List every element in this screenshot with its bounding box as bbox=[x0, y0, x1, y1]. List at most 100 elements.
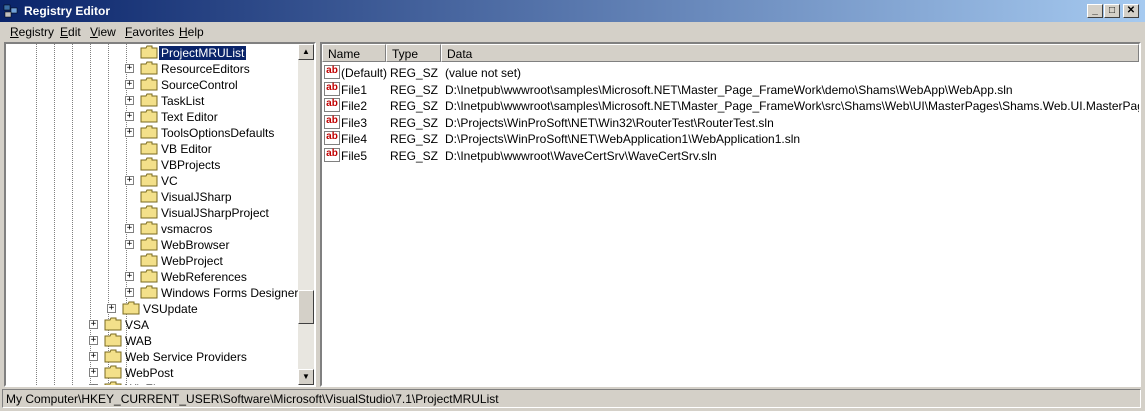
tree-item[interactable]: VisualJSharp bbox=[6, 189, 302, 205]
tree-item[interactable]: VisualJSharpProject bbox=[6, 205, 302, 221]
tree-item-label: vsmacros bbox=[161, 222, 213, 236]
tree-item[interactable]: + vsmacros bbox=[6, 221, 302, 237]
scroll-up-arrow-icon[interactable]: ▲ bbox=[298, 44, 314, 60]
tree-item[interactable]: + Windows Forms Designer bbox=[6, 285, 302, 301]
tree-item-label: TaskList bbox=[161, 94, 205, 108]
tree-item-label: VBProjects bbox=[161, 158, 221, 172]
string-value-icon: ab bbox=[324, 147, 340, 162]
value-type: REG_SZ bbox=[390, 82, 439, 97]
menu-help[interactable]: Help bbox=[179, 25, 204, 39]
tree-item[interactable]: + VSA bbox=[6, 317, 302, 333]
menu-registry[interactable]: Registry bbox=[10, 25, 54, 39]
title-bar[interactable]: Registry Editor _ □ ✕ bbox=[0, 0, 1145, 22]
tree-item-label: Windows Forms Designer bbox=[161, 286, 299, 300]
expand-plus-icon[interactable]: + bbox=[89, 320, 98, 329]
tree-item[interactable]: + VC bbox=[6, 173, 302, 189]
column-header-type[interactable]: Type bbox=[386, 44, 441, 62]
folder-icon bbox=[140, 237, 158, 251]
tree-item-label: WebPost bbox=[125, 366, 174, 380]
value-type: REG_SZ bbox=[390, 115, 439, 130]
tree-item[interactable]: + Web Service Providers bbox=[6, 349, 302, 365]
tree-item[interactable]: + VSUpdate bbox=[6, 301, 302, 317]
tree-item-label: VisualJSharpProject bbox=[161, 206, 269, 220]
tree-item[interactable]: + WebReferences bbox=[6, 269, 302, 285]
menu-favorites[interactable]: Favorites bbox=[125, 25, 174, 39]
tree-item[interactable]: + SourceControl bbox=[6, 77, 302, 93]
values-list[interactable]: Name Type Data ab (Default) REG_SZ (value n… bbox=[320, 42, 1141, 387]
string-value-icon: ab bbox=[324, 81, 340, 96]
folder-icon bbox=[140, 189, 158, 203]
scroll-thumb[interactable] bbox=[298, 290, 314, 324]
expand-plus-icon[interactable]: + bbox=[125, 128, 134, 137]
tree-item-label: WAB bbox=[125, 334, 152, 348]
value-row[interactable]: ab File3 REG_SZ D:\Projects\WinProSoft\NET\… bbox=[322, 114, 1139, 131]
string-value-icon: ab bbox=[324, 114, 340, 129]
folder-icon bbox=[122, 301, 140, 315]
value-row[interactable]: ab File1 REG_SZ D:\Inetpub\wwwroot\samples\… bbox=[322, 81, 1139, 98]
folder-icon bbox=[140, 141, 158, 155]
expand-plus-icon[interactable]: + bbox=[125, 176, 134, 185]
tree-item[interactable]: + WebBrowser bbox=[6, 237, 302, 253]
expand-plus-icon[interactable]: + bbox=[125, 80, 134, 89]
column-header-name[interactable]: Name bbox=[322, 44, 386, 62]
tree-item-label: ResourceEditors bbox=[161, 62, 250, 76]
value-row[interactable]: ab (Default) REG_SZ (value not set) bbox=[322, 65, 1139, 81]
scroll-down-arrow-icon[interactable]: ▼ bbox=[298, 369, 314, 385]
expand-plus-icon[interactable]: + bbox=[89, 384, 98, 385]
expand-plus-icon[interactable]: + bbox=[125, 240, 134, 249]
expand-plus-icon[interactable]: + bbox=[107, 304, 116, 313]
value-name: File2 bbox=[341, 99, 368, 113]
column-header-data[interactable]: Data bbox=[441, 44, 1139, 62]
tree-item[interactable]: + WAB bbox=[6, 333, 302, 349]
folder-icon bbox=[140, 173, 158, 187]
folder-icon bbox=[140, 93, 158, 107]
value-name: File1 bbox=[341, 82, 368, 97]
value-name: File3 bbox=[341, 115, 368, 130]
expand-plus-icon[interactable]: + bbox=[125, 112, 134, 121]
tree-item[interactable]: + ToolsOptionsDefaults bbox=[6, 125, 302, 141]
folder-icon bbox=[140, 61, 158, 75]
value-name: File4 bbox=[341, 132, 368, 146]
string-value-icon: ab bbox=[324, 131, 340, 145]
menu-bar: Registry Edit View Favorites Help bbox=[0, 22, 1145, 42]
menu-edit[interactable]: Edit bbox=[60, 25, 81, 39]
minimize-button[interactable]: _ bbox=[1087, 4, 1103, 18]
expand-plus-icon[interactable]: + bbox=[125, 288, 134, 297]
folder-icon bbox=[104, 333, 122, 347]
tree-item[interactable]: + WebPost bbox=[6, 365, 302, 381]
expand-plus-icon[interactable]: + bbox=[125, 272, 134, 281]
close-button[interactable]: ✕ bbox=[1123, 4, 1139, 18]
menu-view[interactable]: View bbox=[90, 25, 116, 39]
value-data: D:\Projects\WinProSoft\NET\WebApplicatio… bbox=[445, 132, 801, 146]
tree-item-label: WebProject bbox=[161, 254, 223, 268]
value-row[interactable]: ab File5 REG_SZ D:\Inetpub\wwwroot\WaveCert… bbox=[322, 147, 1139, 164]
expand-plus-icon[interactable]: + bbox=[89, 368, 98, 377]
folder-icon bbox=[104, 349, 122, 363]
tree-item[interactable]: VB Editor bbox=[6, 141, 302, 157]
registry-tree[interactable]: ProjectMRUList + ResourceEditors + SourceCon… bbox=[4, 42, 316, 387]
folder-icon bbox=[140, 77, 158, 91]
tree-item[interactable]: + ResourceEditors bbox=[6, 61, 302, 77]
tree-item-label: VSA bbox=[125, 318, 150, 332]
tree-item[interactable]: VBProjects bbox=[6, 157, 302, 173]
maximize-button[interactable]: □ bbox=[1104, 4, 1120, 18]
tree-item-label: VB Editor bbox=[161, 142, 212, 156]
expand-plus-icon[interactable]: + bbox=[125, 224, 134, 233]
expand-plus-icon[interactable]: + bbox=[89, 336, 98, 345]
tree-scrollbar[interactable]: ▲ ▼ bbox=[298, 44, 314, 385]
tree-item-label: VSUpdate bbox=[143, 302, 198, 316]
tree-item-label: WebBrowser bbox=[161, 238, 230, 252]
expand-plus-icon[interactable]: + bbox=[125, 96, 134, 105]
tree-item[interactable]: + Text Editor bbox=[6, 109, 302, 125]
tree-item[interactable]: ProjectMRUList bbox=[6, 45, 302, 61]
value-row[interactable]: ab File2 REG_SZ D:\Inetpub\wwwroot\samples\… bbox=[322, 98, 1139, 114]
tree-item-label: SourceControl bbox=[161, 78, 238, 92]
tree-item[interactable]: WebProject bbox=[6, 253, 302, 269]
tree-item[interactable]: + TaskList bbox=[6, 93, 302, 109]
value-row[interactable]: ab File4 REG_SZ D:\Projects\WinProSoft\NET\… bbox=[322, 131, 1139, 147]
expand-plus-icon[interactable]: + bbox=[125, 64, 134, 73]
folder-icon bbox=[140, 157, 158, 171]
expand-plus-icon[interactable]: + bbox=[89, 352, 98, 361]
value-name: File5 bbox=[341, 148, 368, 163]
tree-item[interactable]: + WinZip bbox=[6, 381, 302, 385]
